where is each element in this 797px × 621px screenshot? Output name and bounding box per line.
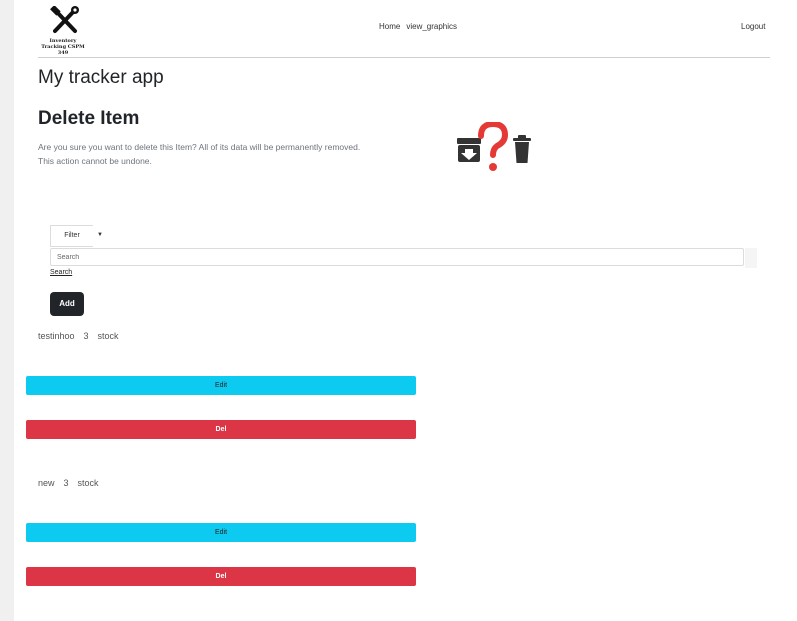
edit-button[interactable]: Edit (26, 523, 416, 542)
delete-button[interactable]: Del (26, 420, 416, 439)
item-type: stock (97, 331, 119, 341)
app-title: My tracker app (38, 67, 164, 88)
trash-icon (513, 135, 531, 163)
item-qty: 3 (63, 478, 69, 488)
tools-icon (50, 6, 79, 33)
header-divider (38, 57, 770, 58)
logo[interactable]: Inventory Tracking CSPM 349 (38, 6, 90, 56)
main-nav: Home view_graphics (379, 22, 463, 31)
page-container: Inventory Tracking CSPM 349 Home view_gra… (14, 0, 797, 621)
nav-view-graphics[interactable]: view_graphics (406, 22, 457, 31)
item-type: stock (77, 478, 99, 488)
archive-box-icon (457, 138, 481, 162)
search-addon (745, 248, 757, 268)
item-name: new (38, 478, 55, 488)
search-input[interactable] (50, 248, 744, 266)
item-qty: 3 (83, 331, 89, 341)
delete-button[interactable]: Del (26, 567, 416, 586)
list-item: testinhoo 3 stock (38, 331, 128, 341)
edit-button[interactable]: Edit (26, 376, 416, 395)
item-name: testinhoo (38, 331, 75, 341)
nav-home[interactable]: Home (379, 22, 400, 31)
search-link[interactable]: Search (50, 269, 72, 276)
delete-confirm-graphic (457, 122, 531, 171)
page-title: Delete Item (38, 108, 140, 129)
delete-warning-text: Are you sure you want to delete this Ite… (38, 142, 361, 166)
logout-link[interactable]: Logout (741, 22, 765, 31)
logo-text: Inventory Tracking CSPM 349 (41, 38, 85, 56)
list-item: new 3 stock (38, 478, 108, 488)
add-button[interactable]: Add (50, 292, 84, 316)
question-mark-icon (478, 122, 509, 171)
filter-dropdown-caret[interactable]: ▼ (92, 225, 108, 245)
filter-button[interactable]: Filter (50, 225, 93, 247)
